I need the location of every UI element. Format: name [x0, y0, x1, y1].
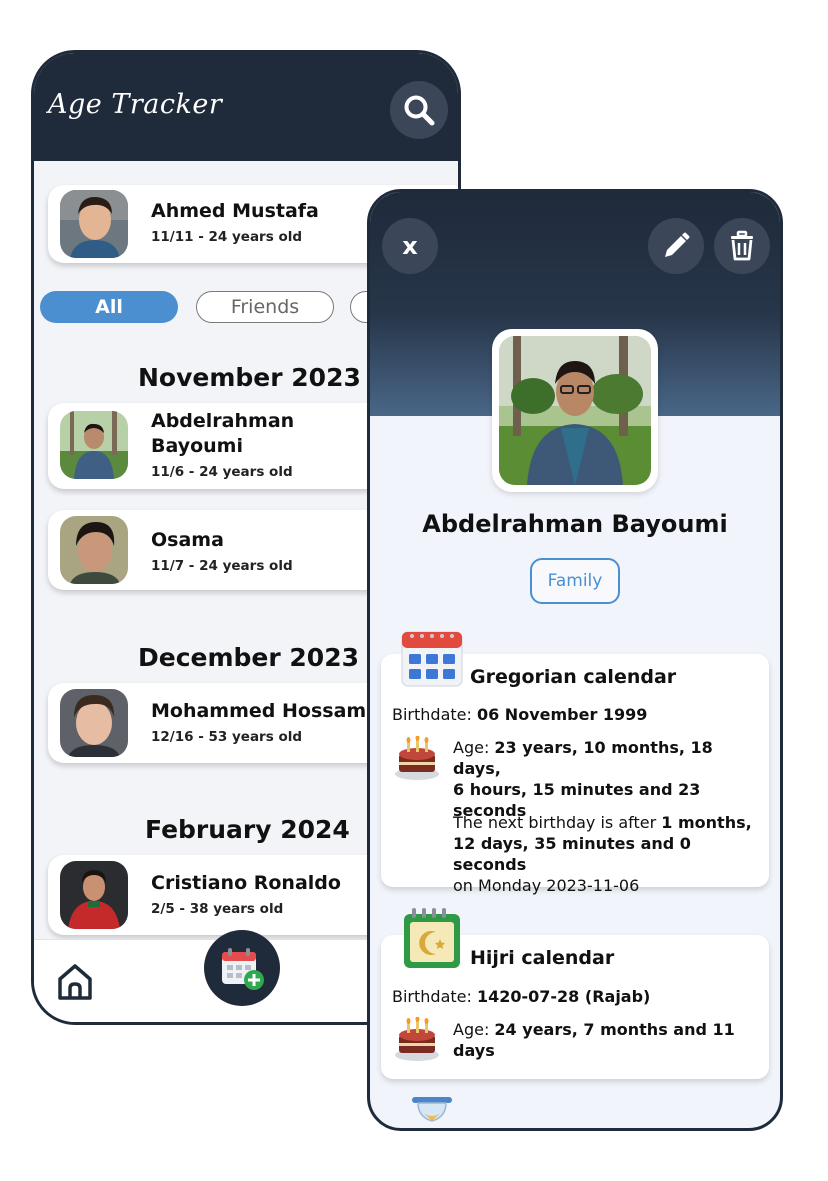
month-header: February 2024	[145, 815, 350, 844]
add-birthday-button[interactable]	[204, 930, 280, 1006]
next-birthday-block: The next birthday is after 1 months, 12 …	[453, 812, 763, 896]
month-header: December 2023	[138, 643, 359, 672]
age-label: Age:	[453, 1020, 495, 1039]
search-icon	[404, 95, 435, 126]
close-button[interactable]: x	[382, 218, 438, 274]
card-title: Hijri calendar	[470, 947, 615, 969]
detail-screen: x Abdelrahman Bayoumi Family Gregorian c…	[367, 189, 783, 1131]
card-title: Gregorian calendar	[470, 666, 677, 688]
contact-name-line1: Abdelrahman	[151, 410, 295, 432]
contact-subtitle: 11/7 - 24 years old	[151, 558, 293, 574]
next-line3: on Monday 2023-11-06	[453, 876, 640, 895]
contact-name: Osama	[151, 529, 224, 551]
home-button[interactable]	[56, 962, 94, 1006]
app-header: Age Tracker	[34, 53, 458, 161]
contact-name: Ahmed Mustafa	[151, 200, 319, 222]
avatar	[60, 411, 128, 479]
next-line2: 12 days, 35 minutes and 0 seconds	[453, 834, 691, 874]
contact-subtitle: 11/6 - 24 years old	[151, 464, 293, 480]
profile-photo	[492, 329, 658, 492]
contact-subtitle: 2/5 - 38 years old	[151, 901, 284, 917]
avatar	[60, 516, 128, 584]
gregorian-card: Gregorian calendar Birthdate: 06 Novembe…	[381, 654, 769, 895]
crescent-calendar-icon	[404, 908, 460, 968]
contact-name-line2: Bayoumi	[151, 435, 243, 457]
avatar	[60, 190, 128, 258]
next-line1: 1 months,	[661, 813, 752, 832]
filter-all[interactable]: All	[40, 291, 178, 323]
age-line2: 6 hours, 15 minutes and 23	[453, 780, 701, 799]
contact-subtitle: 11/11 - 24 years old	[151, 229, 303, 245]
delete-button[interactable]	[714, 218, 770, 274]
group-tag[interactable]: Family	[530, 558, 620, 604]
trash-icon	[731, 230, 753, 261]
avatar	[60, 689, 128, 757]
home-icon	[58, 964, 92, 1000]
cake-icon	[395, 1017, 439, 1061]
age-value: 24 years, 7 months and 11 days	[453, 1020, 735, 1060]
avatar	[60, 861, 128, 929]
cake-icon	[395, 736, 439, 780]
filter-friends[interactable]: Friends	[196, 291, 334, 323]
contact-name: Mohammed Hossam	[151, 700, 367, 722]
calendar-add-icon	[222, 948, 264, 990]
age-block: Age: 24 years, 7 months and 11 days	[453, 1019, 763, 1061]
contact-name: Cristiano Ronaldo	[151, 872, 341, 894]
edit-button[interactable]	[648, 218, 704, 274]
birthdate-label: Birthdate:	[392, 987, 477, 1006]
contact-subtitle: 12/16 - 53 years old	[151, 729, 303, 745]
next-birthday-prefix: The next birthday is after	[453, 813, 662, 832]
birthdate-label: Birthdate:	[392, 705, 477, 724]
birthdate-value: 1420-07-28 (Rajab)	[476, 987, 651, 1006]
month-header: November 2023	[138, 363, 361, 392]
hourglass-icon	[412, 1097, 452, 1122]
close-icon: x	[402, 232, 418, 260]
pencil-icon	[665, 232, 690, 257]
birthdate-line: Birthdate: 1420-07-28 (Rajab)	[392, 987, 650, 1006]
search-button[interactable]	[390, 81, 448, 139]
calendar-icon	[401, 631, 463, 687]
birthdate-line: Birthdate: 06 November 1999	[392, 705, 647, 724]
age-block: Age: 23 years, 10 months, 18 days, 6 hou…	[453, 737, 763, 821]
birthdate-value: 06 November 1999	[476, 705, 648, 724]
app-title: Age Tracker	[48, 89, 223, 120]
profile-name: Abdelrahman Bayoumi	[422, 510, 728, 538]
age-label: Age:	[453, 738, 495, 757]
